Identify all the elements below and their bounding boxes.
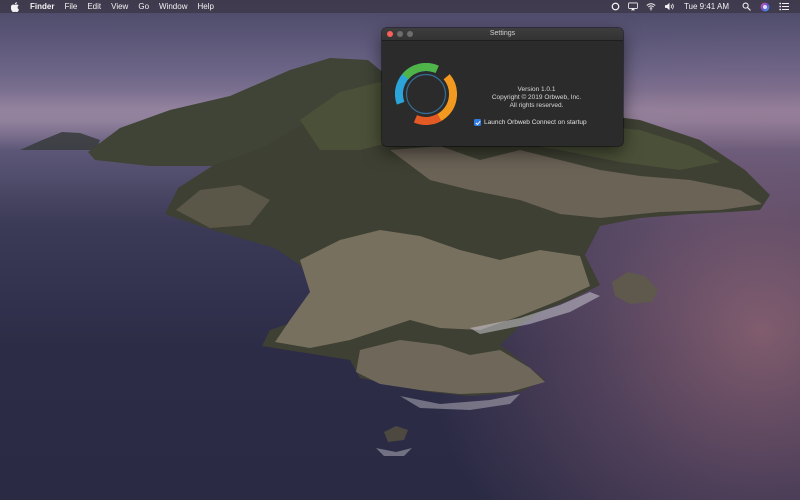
copyright-text: Copyright © 2019 Orbweb, Inc. <box>491 94 582 101</box>
menu-help[interactable]: Help <box>197 0 213 13</box>
menu-app-name[interactable]: Finder <box>30 0 54 13</box>
close-button[interactable] <box>387 31 393 37</box>
small-rock <box>384 426 408 442</box>
siri-icon[interactable] <box>760 0 770 13</box>
airplay-icon[interactable] <box>628 0 638 13</box>
minimize-button[interactable] <box>397 31 403 37</box>
launch-on-startup-label[interactable]: Launch Orbweb Connect on startup <box>484 119 587 126</box>
checkmark-icon <box>475 120 480 125</box>
apple-menu-icon[interactable] <box>10 1 19 12</box>
wifi-icon[interactable] <box>646 0 656 13</box>
volume-icon[interactable] <box>664 0 675 13</box>
version-text: Version 1.0.1 <box>517 86 556 93</box>
surf-3 <box>376 448 412 456</box>
menubar-status-area: Tue 9:41 AM <box>611 0 800 13</box>
notification-center-icon[interactable] <box>779 0 789 13</box>
distant-islet <box>20 132 100 150</box>
orbweb-logo-icon <box>395 63 457 125</box>
sea-rock <box>612 272 658 304</box>
window-content: Version 1.0.1 Copyright © 2019 Orbweb, I… <box>382 41 623 146</box>
menubar: Finder File Edit View Go Window Help Tue… <box>0 0 800 13</box>
menu-edit[interactable]: Edit <box>87 0 101 13</box>
spotlight-search-icon[interactable] <box>742 0 751 13</box>
zoom-button[interactable] <box>407 31 413 37</box>
menu-go[interactable]: Go <box>138 0 149 13</box>
launch-on-startup-checkbox[interactable] <box>474 119 481 126</box>
window-controls <box>387 31 417 37</box>
launch-on-startup-row[interactable]: Launch Orbweb Connect on startup <box>474 119 587 126</box>
orbweb-status-icon[interactable] <box>611 0 620 13</box>
surf-2 <box>400 394 520 410</box>
menubar-clock[interactable]: Tue 9:41 AM <box>684 0 729 13</box>
menu-window[interactable]: Window <box>159 0 187 13</box>
desktop: Finder File Edit View Go Window Help Tue… <box>0 0 800 500</box>
menu-file[interactable]: File <box>64 0 77 13</box>
window-titlebar[interactable]: Settings <box>382 28 623 41</box>
rights-text: All rights reserved. <box>509 102 564 109</box>
settings-window: Settings Version 1.0.1 Copyright © 2019 … <box>382 28 623 146</box>
window-title: Settings <box>489 30 516 37</box>
version-info: Version 1.0.1 Copyright © 2019 Orbweb, I… <box>474 86 599 110</box>
menu-view[interactable]: View <box>111 0 128 13</box>
